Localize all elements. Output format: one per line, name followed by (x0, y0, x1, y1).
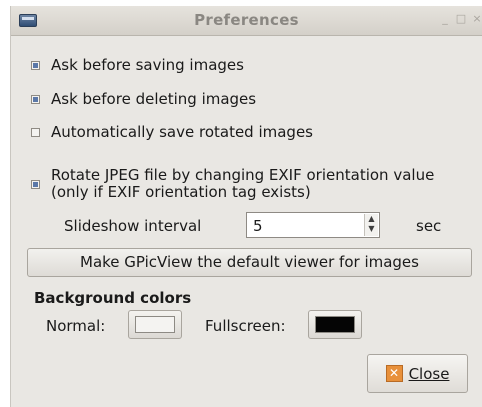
preferences-content: Ask before saving images Ask before dele… (11, 6, 482, 407)
auto-save-rotated-label: Automatically save rotated images (51, 123, 314, 141)
slideshow-interval-value[interactable]: 5 (253, 217, 263, 235)
spin-up-icon[interactable]: ▲ (365, 214, 378, 224)
make-default-viewer-button[interactable]: Make GPicView the default viewer for ima… (27, 248, 472, 277)
ask-saving-label: Ask before saving images (51, 56, 244, 74)
slideshow-interval-label: Slideshow interval (64, 217, 202, 235)
normal-color-button[interactable] (128, 310, 182, 339)
auto-save-rotated-checkbox[interactable] (31, 127, 40, 137)
rotate-jpeg-label: Rotate JPEG file by changing EXIF orient… (51, 166, 435, 184)
slideshow-interval-spinbox[interactable]: 5 ▲ ▼ (246, 212, 380, 238)
background-colors-heading: Background colors (34, 289, 192, 307)
fullscreen-color-label: Fullscreen: (205, 317, 286, 335)
close-button-label: Close (408, 364, 450, 383)
fullscreen-color-swatch (315, 316, 355, 333)
option-auto-save-rotated[interactable]: Automatically save rotated images (31, 123, 313, 141)
spin-down-icon[interactable]: ▼ (365, 224, 378, 234)
option-rotate-jpeg[interactable]: Rotate JPEG file by changing EXIF orient… (31, 167, 434, 201)
option-ask-before-deleting[interactable]: Ask before deleting images (31, 90, 256, 108)
preferences-window: Preferences _ □ × Ask before saving imag… (10, 6, 482, 407)
normal-color-label: Normal: (46, 317, 106, 335)
spin-arrows[interactable]: ▲ ▼ (364, 214, 378, 236)
fullscreen-color-button[interactable] (308, 310, 362, 339)
ask-saving-checkbox[interactable] (31, 60, 40, 70)
close-button[interactable]: ✕ Close (367, 354, 468, 393)
option-ask-before-saving[interactable]: Ask before saving images (31, 56, 244, 74)
normal-color-swatch (135, 316, 175, 333)
ask-deleting-label: Ask before deleting images (51, 90, 257, 108)
rotate-jpeg-checkbox[interactable] (31, 180, 40, 189)
ask-deleting-checkbox[interactable] (31, 94, 40, 104)
close-icon: ✕ (385, 365, 403, 382)
slideshow-unit-label: sec (416, 217, 442, 235)
rotate-jpeg-note: (only if EXIF orientation tag exists) (51, 183, 311, 201)
